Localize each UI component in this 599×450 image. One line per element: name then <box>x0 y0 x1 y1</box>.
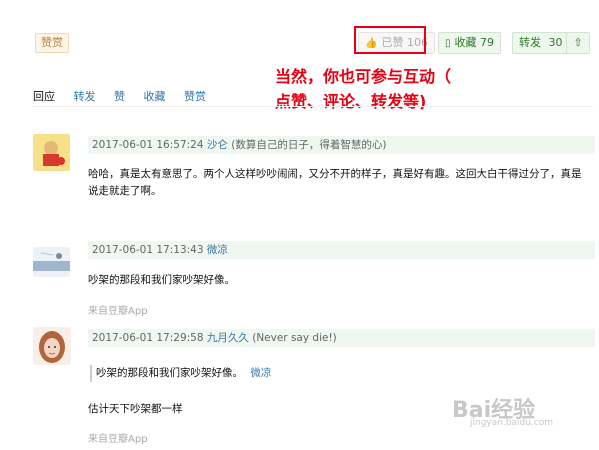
forward-button[interactable]: 转发 30 <box>512 32 570 54</box>
quoted-reply: 吵架的那段和我们家吵架好像。 微凉 <box>90 365 271 382</box>
share-button[interactable]: ⇧ <box>566 32 590 54</box>
annotation-line-1: 当然，你也可参与互动（ <box>275 67 452 86</box>
tab-replies[interactable]: 回应 <box>33 90 55 103</box>
comment-meta: 2017-06-01 17:29:58 九月久久 (Never say die!… <box>88 329 595 347</box>
collect-button[interactable]: ▯ 收藏 79 <box>438 32 502 54</box>
comment-meta: 2017-06-01 17:13:43 微凉 <box>88 241 595 259</box>
comment-user[interactable]: 微凉 <box>207 244 228 256</box>
comment-user[interactable]: 九月久久 <box>207 332 249 344</box>
comment-signature: (Never say die!) <box>252 332 337 344</box>
tab-divider <box>33 106 593 107</box>
tab-bar: 回应 转发 赞 收藏 赞赏 <box>33 88 221 104</box>
reward-button[interactable]: 赞赏 <box>35 33 69 53</box>
bookmark-icon: ▯ <box>445 38 451 49</box>
annotation-highlight-box <box>354 26 426 54</box>
comment-user[interactable]: 沙仑 <box>207 139 228 151</box>
tab-likes[interactable]: 赞 <box>114 90 125 103</box>
forward-count: 30 <box>548 36 563 49</box>
tab-forwards[interactable]: 转发 <box>74 90 96 103</box>
baidu-watermark-url: jingyan.baidu.com <box>470 418 554 428</box>
comment-text: 吵架的那段和我们家吵架好像。 <box>88 274 235 286</box>
share-icon: ⇧ <box>573 36 583 49</box>
avatar[interactable] <box>33 327 71 365</box>
avatar[interactable] <box>33 247 70 277</box>
comment-time: 2017-06-01 17:13:43 <box>92 244 204 256</box>
tab-rewards[interactable]: 赞赏 <box>184 90 206 103</box>
comment-time: 2017-06-01 17:29:58 <box>92 332 204 344</box>
forward-label: 转发 <box>519 36 541 49</box>
comment-source: 来自豆瓣App <box>88 306 148 317</box>
comment-text: 哈哈，真是太有意思了。两个人这样吵吵闹闹，又分不开的样子，真是好有趣。这回大白干… <box>88 168 582 197</box>
avatar[interactable] <box>33 134 70 171</box>
comment-signature: (数算自己的日子，得着智慧的心) <box>231 139 387 151</box>
collect-label: 收藏 79 <box>454 36 495 49</box>
annotation-line-2: 点赞、评论、转发等) <box>275 92 427 111</box>
quote-text: 吵架的那段和我们家吵架好像。 <box>96 367 243 379</box>
comment-meta: 2017-06-01 16:57:24 沙仑 (数算自己的日子，得着智慧的心) <box>88 136 595 154</box>
tab-collects[interactable]: 收藏 <box>144 90 166 103</box>
comment-source: 来自豆瓣App <box>88 434 148 445</box>
quote-author[interactable]: 微凉 <box>250 367 271 379</box>
comment-time: 2017-06-01 16:57:24 <box>92 139 204 151</box>
